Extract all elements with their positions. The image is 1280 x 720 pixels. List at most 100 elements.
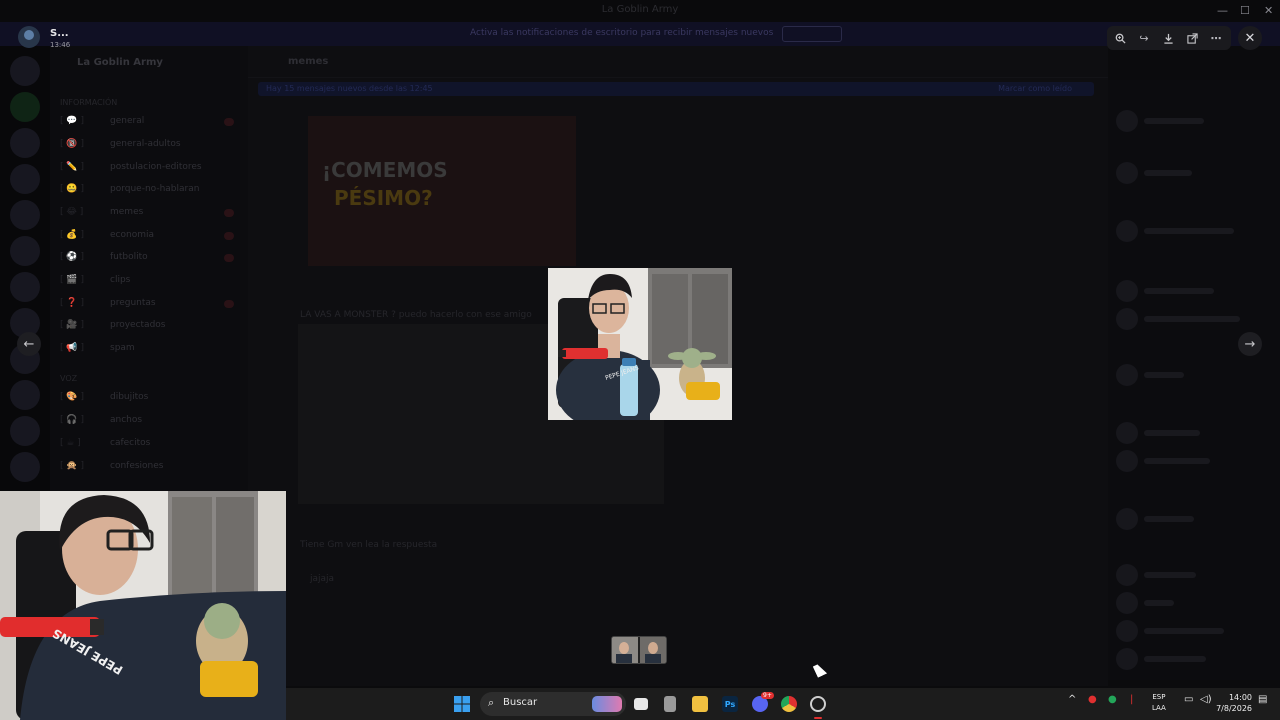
member-avatar[interactable] [1116,162,1138,184]
member-avatar[interactable] [1116,220,1138,242]
image-thumbnail[interactable] [612,637,638,663]
channel-item[interactable]: [ 📢 ] spam [60,343,240,357]
server-icon[interactable] [10,92,40,122]
tray-app-icon[interactable]: ● [1108,694,1117,705]
voice-channel-item[interactable]: [ 🙊 ] confesiones [60,461,240,475]
channel-item[interactable]: [ 🤐 ] porque-no-hablaran [60,184,240,198]
taskbar-search[interactable]: ⌕ Buscar [480,692,626,716]
server-icon[interactable] [10,128,40,158]
voice-channel-item[interactable]: [ ☕ ] cafecitos [60,438,240,452]
viewer-username[interactable]: S... [50,28,69,39]
server-icon[interactable] [10,200,40,230]
server-icon[interactable] [10,272,40,302]
minimize-icon[interactable]: — [1217,4,1228,17]
clock-time: 14:00 [1228,693,1252,702]
channel-item[interactable]: [ 🎬 ] clips [60,275,240,289]
channel-label: clips [110,275,131,285]
member-name [1144,170,1192,176]
member-name [1144,600,1174,606]
server-icon[interactable] [10,56,40,86]
server-icon[interactable] [10,236,40,266]
obs-icon[interactable] [810,696,826,712]
channel-label: proyectados [110,320,166,330]
member-avatar[interactable] [1116,364,1138,386]
channel-category[interactable]: VOZ [60,374,77,383]
server-icon[interactable] [10,416,40,446]
server-icon[interactable] [10,380,40,410]
voice-channel-item[interactable]: [ 🎨 ] dibujitos [60,392,240,406]
more-icon[interactable]: ⋯ [1207,29,1225,47]
microphone-icon[interactable]: | [1130,694,1133,705]
webcam-feed: PEPE JEANS [0,491,286,720]
message-thumbnail[interactable]: ¡COMEMOS PÉSIMO? [308,116,576,266]
unread-badge [224,209,234,217]
member-name [1144,118,1204,124]
member-avatar[interactable] [1116,280,1138,302]
volume-icon[interactable]: ◁) [1200,694,1212,705]
search-placeholder: Buscar [503,697,538,708]
member-avatar[interactable] [1116,620,1138,642]
arrow-right-icon: → [1244,336,1256,352]
banner-button[interactable] [782,26,842,42]
member-avatar[interactable] [1116,422,1138,444]
maximize-icon[interactable]: ☐ [1240,4,1250,17]
previous-image-button[interactable]: ← [17,332,41,356]
next-image-button[interactable]: → [1238,332,1262,356]
channel-label: porque-no-hablaran [110,184,200,194]
member-avatar[interactable] [1116,592,1138,614]
banner-text: Activa las notificaciones de escritorio … [470,28,774,38]
channel-item[interactable]: [ 💰 ] economia [60,230,240,244]
new-messages-text: Hay 15 mensajes nuevos desde las 12:45 [266,84,433,93]
forward-icon[interactable]: ↪ [1135,29,1153,47]
system-clock[interactable]: 14:00 7/8/2026 [1216,692,1252,714]
new-messages-bar[interactable]: Hay 15 mensajes nuevos desde las 12:45 M… [258,82,1094,96]
zoom-icon[interactable] [1111,29,1129,47]
close-viewer-button[interactable]: ✕ [1238,26,1262,50]
server-name[interactable]: La Goblin Army [77,57,163,68]
voice-channel-item[interactable]: [ 🎧 ] anchos [60,415,240,429]
notification-icon[interactable]: ▤ [1258,694,1267,705]
member-avatar[interactable] [1116,508,1138,530]
chevron-up-icon[interactable]: ^ [1068,694,1076,705]
channel-category[interactable]: INFORMACIÓN [60,98,117,107]
channel-label: preguntas [110,298,156,308]
mark-read-link[interactable]: Marcar como leído [998,84,1072,93]
chrome-icon[interactable] [781,696,797,712]
window-close-icon[interactable]: ✕ [1264,4,1273,17]
tray-app-icon[interactable]: ● [1088,694,1097,705]
thumbnail-subtitle: PÉSIMO? [334,186,433,210]
active-app-indicator [814,717,822,719]
member-avatar[interactable] [1116,110,1138,132]
channel-title: memes [288,56,329,67]
thumbnail-title: ¡COMEMOS [322,158,448,182]
channel-item[interactable]: [ 🎥 ] proyectados [60,320,240,334]
channel-item[interactable]: [ 😂 ] memes [60,207,240,221]
viewer-image[interactable]: PEPE JEANS [548,268,732,420]
viewer-timestamp: 13:46 [50,41,71,49]
image-thumbnail[interactable] [640,637,666,663]
network-icon[interactable]: ▭ [1184,694,1193,705]
server-icon[interactable] [10,452,40,482]
file-explorer-icon[interactable] [692,696,708,712]
channel-item[interactable]: [ ✏️ ] postulacion-editores [60,162,240,176]
member-name [1144,572,1196,578]
member-avatar[interactable] [1116,450,1138,472]
member-avatar[interactable] [1116,648,1138,670]
language-indicator[interactable]: ESP LAA [1152,692,1166,714]
member-avatar[interactable] [1116,308,1138,330]
channel-item[interactable]: [ 💬 ] general [60,116,240,130]
server-list [0,46,50,492]
server-icon[interactable] [10,164,40,194]
discord-icon[interactable]: 9+ [752,692,774,712]
open-external-icon[interactable] [1183,29,1201,47]
channel-item[interactable]: [ ❓ ] preguntas [60,298,240,312]
app-icon[interactable] [664,696,676,712]
member-avatar[interactable] [1116,564,1138,586]
windows-start-icon[interactable] [454,696,470,712]
photoshop-icon[interactable]: Ps [722,696,738,712]
avatar[interactable] [18,26,40,48]
channel-item[interactable]: [ ⚽ ] futbolito [60,252,240,266]
channel-item[interactable]: [ 🔞 ] general-adultos [60,139,240,153]
download-icon[interactable] [1159,29,1177,47]
task-view-icon[interactable] [634,698,648,710]
